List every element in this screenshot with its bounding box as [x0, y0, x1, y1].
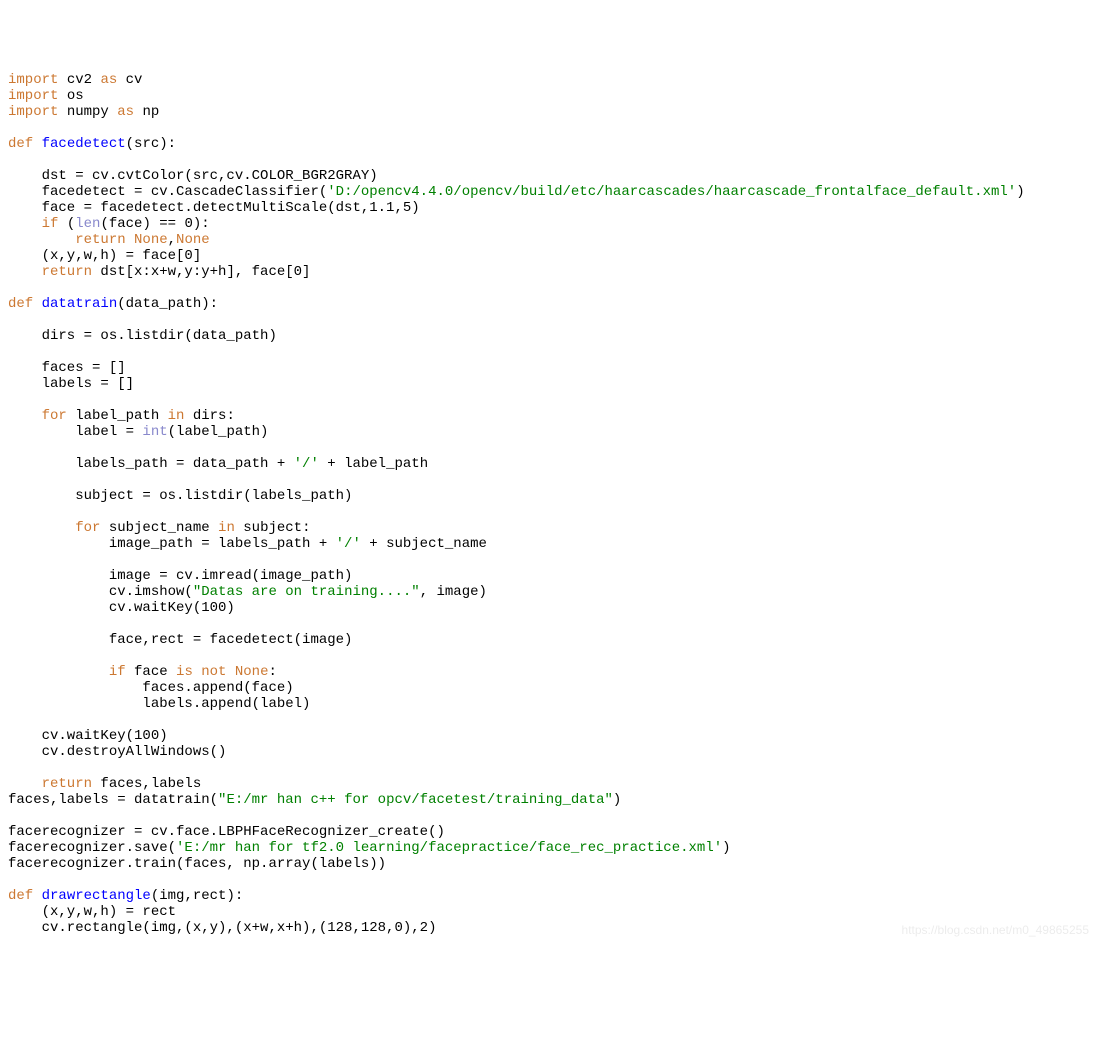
keyword-import: import: [8, 88, 58, 104]
function-name: facedetect: [33, 136, 125, 152]
code-line: cv.waitKey(100): [8, 600, 235, 616]
builtin-int: int: [142, 424, 167, 440]
token: (: [58, 216, 75, 232]
token: labels_path = data_path +: [8, 456, 294, 472]
keyword-return: return: [8, 232, 126, 248]
code-line: image = cv.imread(image_path): [8, 568, 352, 584]
code-line: cv.waitKey(100): [8, 728, 168, 744]
keyword-def: def: [8, 296, 33, 312]
token: facerecognizer.save(: [8, 840, 176, 856]
code-line: (x,y,w,h) = face[0]: [8, 248, 201, 264]
code-line: cv.rectangle(img,(x,y),(x+w,x+h),(128,12…: [8, 920, 436, 936]
keyword-isnot: is not: [176, 664, 226, 680]
token: subject_name: [100, 520, 218, 536]
string: "Datas are on training....": [193, 584, 420, 600]
signature: (data_path):: [117, 296, 218, 312]
code-line: facerecognizer.train(faces, np.array(lab…: [8, 856, 386, 872]
token: :: [268, 664, 276, 680]
string: '/': [336, 536, 361, 552]
code-line: dst = cv.cvtColor(src,cv.COLOR_BGR2GRAY): [8, 168, 378, 184]
code-line: dirs = os.listdir(data_path): [8, 328, 277, 344]
token: cv.imshow(: [8, 584, 193, 600]
keyword-for: for: [8, 408, 67, 424]
none-literal: None: [226, 664, 268, 680]
token: image_path = labels_path +: [8, 536, 336, 552]
token: subject:: [235, 520, 311, 536]
keyword-if: if: [8, 216, 58, 232]
code-line: labels = []: [8, 376, 134, 392]
string: "E:/mr han c++ for opcv/facetest/trainin…: [218, 792, 613, 808]
token: + label_path: [319, 456, 428, 472]
string: '/': [294, 456, 319, 472]
code-line: face,rect = facedetect(image): [8, 632, 352, 648]
token: , image): [420, 584, 487, 600]
code-line: faces = []: [8, 360, 126, 376]
token: ): [722, 840, 730, 856]
keyword-return: return: [8, 776, 92, 792]
code-line: face = facedetect.detectMultiScale(dst,1…: [8, 200, 420, 216]
keyword-as: as: [117, 104, 134, 120]
token: ): [613, 792, 621, 808]
keyword-def: def: [8, 888, 33, 904]
string: 'D:/opencv4.4.0/opencv/build/etc/haarcas…: [327, 184, 1016, 200]
token: dst[x:x+w,y:y+h], face[0]: [92, 264, 310, 280]
token: label_path: [67, 408, 168, 424]
token: dirs:: [184, 408, 234, 424]
code-line: subject = os.listdir(labels_path): [8, 488, 352, 504]
keyword-import: import: [8, 72, 58, 88]
code-line: labels.append(label): [8, 696, 310, 712]
code-line: ): [1016, 184, 1024, 200]
none-literal: None: [126, 232, 168, 248]
signature: (src):: [126, 136, 176, 152]
keyword-import: import: [8, 104, 58, 120]
token: cv2: [58, 72, 100, 88]
token: label =: [8, 424, 142, 440]
keyword-return: return: [8, 264, 92, 280]
keyword-def: def: [8, 136, 33, 152]
token: face: [126, 664, 176, 680]
builtin-len: len: [75, 216, 100, 232]
code-line: cv.destroyAllWindows(): [8, 744, 226, 760]
keyword-as: as: [100, 72, 117, 88]
signature: (img,rect):: [151, 888, 243, 904]
function-name: datatrain: [33, 296, 117, 312]
code-block: import cv2 as cv import os import numpy …: [8, 72, 1093, 936]
keyword-in: in: [218, 520, 235, 536]
token: + subject_name: [361, 536, 487, 552]
none-literal: None: [176, 232, 210, 248]
token: os: [58, 88, 83, 104]
token: ,: [168, 232, 176, 248]
token: cv: [117, 72, 142, 88]
code-line: faces.append(face): [8, 680, 294, 696]
token: np: [134, 104, 159, 120]
token: (label_path): [168, 424, 269, 440]
token: numpy: [58, 104, 117, 120]
token: faces,labels = datatrain(: [8, 792, 218, 808]
keyword-for: for: [8, 520, 100, 536]
keyword-in: in: [168, 408, 185, 424]
token: faces,labels: [92, 776, 201, 792]
function-name: drawrectangle: [33, 888, 151, 904]
watermark-text: https://blog.csdn.net/m0_49865255: [902, 922, 1089, 938]
keyword-if: if: [8, 664, 126, 680]
code-line: facedetect = cv.CascadeClassifier(: [8, 184, 327, 200]
code-line: facerecognizer = cv.face.LBPHFaceRecogni…: [8, 824, 445, 840]
code-line: (x,y,w,h) = rect: [8, 904, 176, 920]
token: (face) == 0):: [100, 216, 209, 232]
string: 'E:/mr han for tf2.0 learning/facepracti…: [176, 840, 722, 856]
